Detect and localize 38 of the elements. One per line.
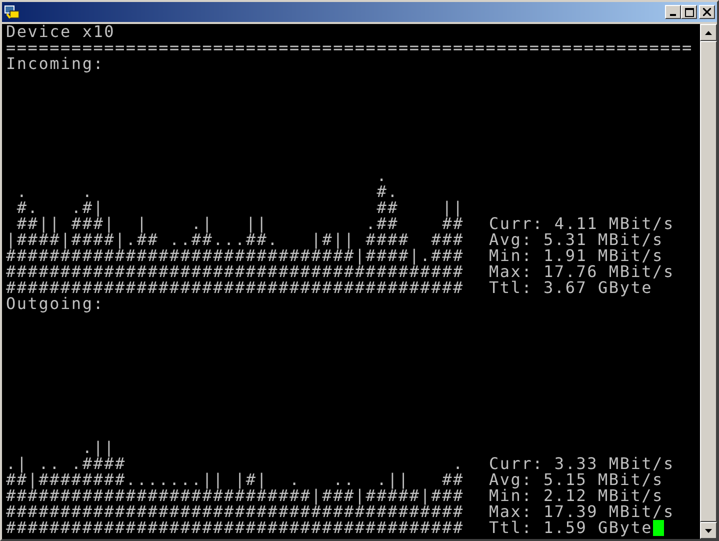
ascii-graph-row: ##########################################: [6, 264, 464, 280]
stat-line: Ttl: 1.59 GByte: [489, 520, 653, 536]
stat-line: Curr: 4.11 MBit/s: [489, 216, 674, 232]
ascii-graph-row: |####|####|.## ..##...##. |#|| #### ###: [6, 232, 464, 248]
ascii-graph-row-text: #. .#| ## ||: [16, 200, 464, 216]
minimize-button[interactable]: [665, 5, 681, 19]
ascii-graph-row: ############################|###|#####|###: [6, 488, 464, 504]
maximize-button[interactable]: [681, 5, 697, 19]
ascii-graph-row: ##|########.......|| |#| . .. .|| ##: [6, 472, 464, 488]
separator-text: ===============================================================: [6, 40, 694, 56]
app-icon: [4, 4, 20, 20]
close-button[interactable]: [699, 5, 715, 19]
down-arrow-icon: [705, 528, 712, 532]
section-label: Outgoing:: [6, 296, 106, 312]
stat-line: Min: 1.91 MBit/s: [489, 248, 664, 264]
stat-line: Avg: 5.31 MBit/s: [489, 232, 664, 248]
ascii-graph-row: ################################|####|.###: [6, 248, 464, 264]
ascii-graph-row: ##########################################: [6, 520, 464, 536]
stat-line: Curr: 3.33 MBit/s: [489, 456, 674, 472]
maximize-icon: [684, 8, 694, 16]
ascii-graph-row: .| .. .#### .: [6, 456, 464, 472]
ascii-graph-row-text: .: [376, 168, 389, 184]
scroll-up-button[interactable]: [700, 24, 717, 41]
device-name: Device x10: [6, 24, 116, 40]
stat-line: Min: 2.12 MBit/s: [489, 488, 664, 504]
ascii-graph-row-text: . . #.: [16, 184, 400, 200]
stat-line: Max: 17.39 MBit/s: [489, 504, 674, 520]
ascii-graph-row-text: ##|| ###| | .| || .## ##: [16, 216, 464, 232]
ascii-graph-row-text: .||: [81, 440, 116, 456]
up-arrow-icon: [705, 30, 712, 34]
section-label: Incoming:: [6, 56, 106, 72]
close-icon: [703, 8, 711, 16]
ascii-graph-row: ##########################################: [6, 280, 464, 296]
stat-line: Avg: 5.15 MBit/s: [489, 472, 664, 488]
stat-line: Ttl: 3.67 GByte: [489, 280, 653, 296]
stat-line: Max: 17.76 MBit/s: [489, 264, 674, 280]
ascii-graph-row: ##########################################: [6, 504, 464, 520]
scroll-down-button[interactable]: [700, 522, 717, 539]
